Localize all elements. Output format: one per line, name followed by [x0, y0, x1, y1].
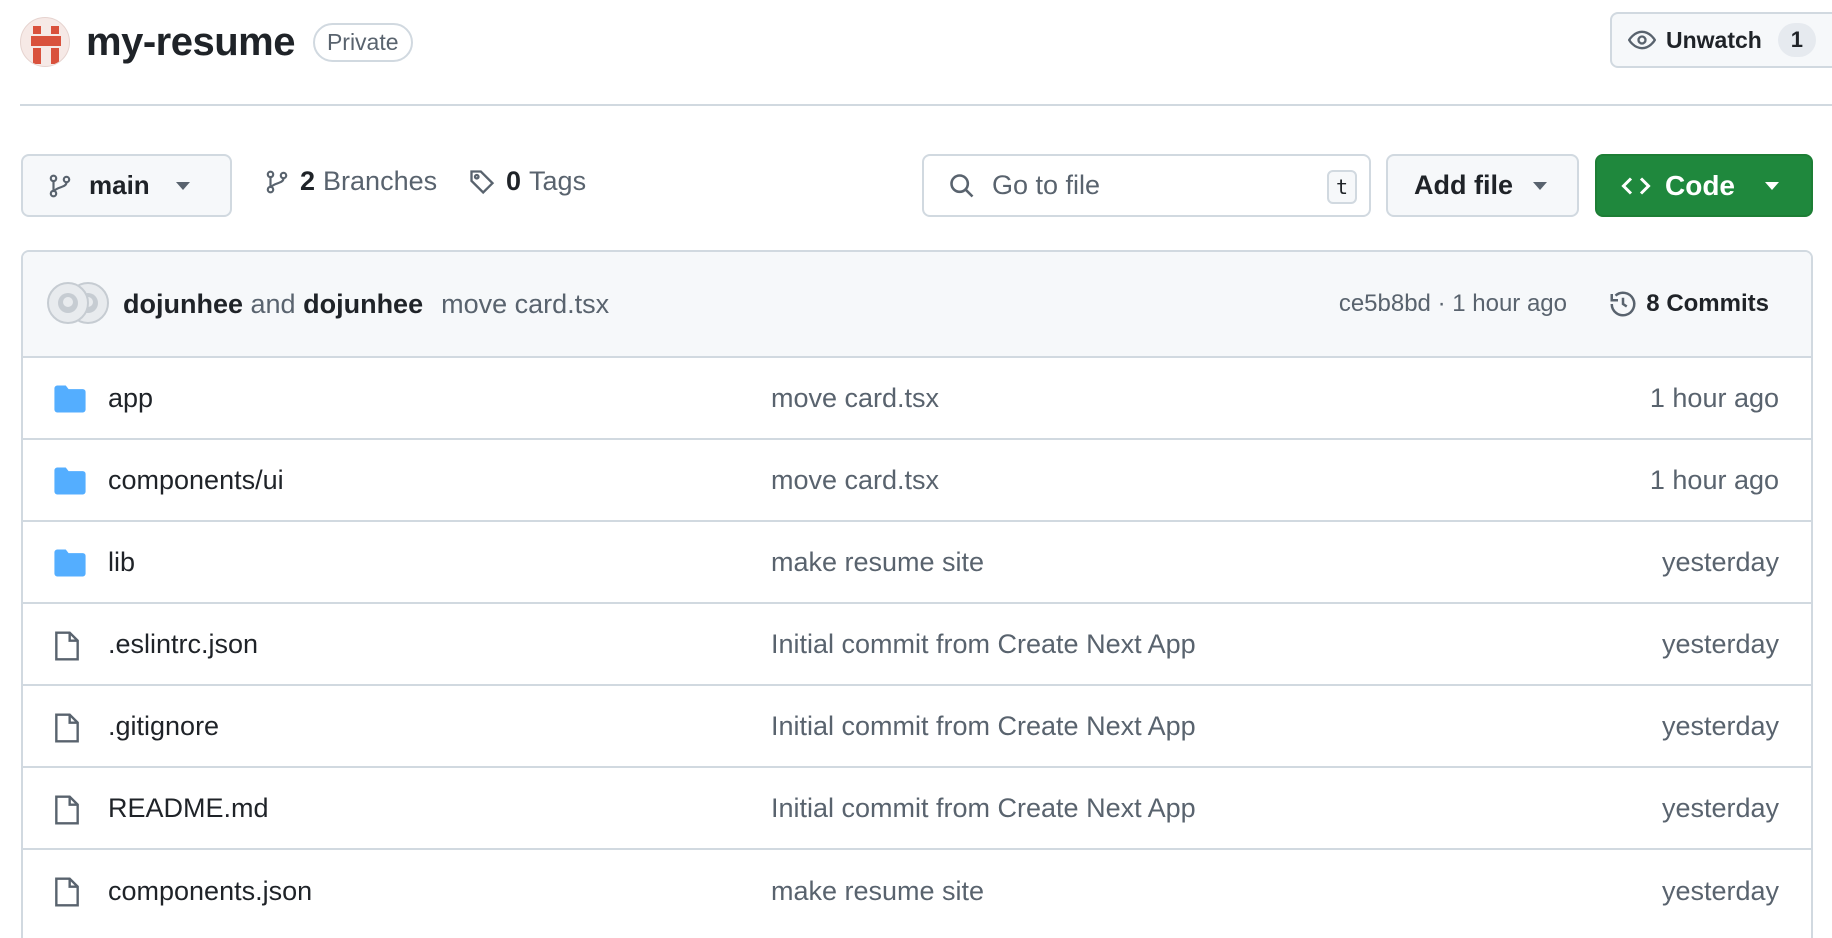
- branches-link[interactable]: 2 Branches: [264, 166, 437, 197]
- branch-select-button[interactable]: main: [21, 154, 232, 217]
- file-row[interactable]: app move card.tsx 1 hour ago: [23, 358, 1811, 440]
- file-name-link[interactable]: app: [108, 383, 153, 414]
- watchers-count: 1: [1777, 23, 1816, 57]
- commits-history-link[interactable]: 8 Commits: [1608, 289, 1769, 319]
- chevron-down-icon: [175, 181, 190, 190]
- branch-name: main: [89, 170, 150, 200]
- file-row[interactable]: .eslintrc.json Initial commit from Create…: [23, 604, 1811, 686]
- file-row[interactable]: .gitignore Initial commit from Create Nex…: [23, 686, 1811, 768]
- folder-icon-wrap: [53, 466, 87, 501]
- file-name-link[interactable]: .eslintrc.json: [108, 629, 258, 660]
- file-icon-wrap: [53, 630, 81, 667]
- file-commit-date: yesterday: [1661, 710, 1779, 741]
- git-branch-icon: [266, 170, 288, 193]
- folder-icon: [54, 385, 86, 413]
- eye-icon: [1628, 30, 1656, 50]
- commits-count-label: 8 Commits: [1646, 290, 1769, 317]
- file-commit-date: yesterday: [1661, 546, 1779, 577]
- file-name-link[interactable]: components/ui: [108, 465, 284, 496]
- commit-author-link[interactable]: dojunhee: [123, 289, 243, 319]
- file-commit-message[interactable]: move card.tsx: [771, 383, 939, 414]
- tags-count: 0: [506, 166, 522, 196]
- history-icon: [1610, 291, 1636, 317]
- folder-icon-wrap: [53, 548, 87, 583]
- author-avatar[interactable]: [47, 282, 89, 324]
- file-icon-wrap: [53, 876, 81, 913]
- commit-avatars: [47, 282, 113, 326]
- go-to-file-input[interactable]: Go to file t: [922, 154, 1371, 217]
- file-icon: [55, 795, 79, 825]
- tag-icon: [470, 169, 495, 194]
- header-divider: [20, 104, 1832, 106]
- file-commit-message[interactable]: Initial commit from Create Next App: [771, 711, 1196, 742]
- file-commit-message[interactable]: make resume site: [771, 547, 984, 578]
- file-icon: [55, 713, 79, 743]
- code-label: Code: [1665, 169, 1735, 201]
- author-joiner: and: [250, 288, 296, 319]
- folder-icon: [54, 549, 86, 577]
- search-placeholder: Go to file: [992, 170, 1101, 200]
- file-name-link[interactable]: .gitignore: [108, 711, 219, 742]
- branches-count: 2: [300, 166, 316, 196]
- file-commit-date: 1 hour ago: [1649, 382, 1779, 413]
- file-commit-date: yesterday: [1661, 875, 1779, 906]
- unwatch-label: Unwatch: [1666, 26, 1762, 53]
- file-row[interactable]: lib make resume site yesterday: [23, 522, 1811, 604]
- file-commit-date: yesterday: [1661, 628, 1779, 659]
- file-row[interactable]: components/ui move card.tsx 1 hour ago: [23, 440, 1811, 522]
- code-button[interactable]: Code: [1595, 154, 1813, 217]
- repo-header: my-resume Private: [20, 14, 413, 70]
- file-icon: [55, 631, 79, 661]
- add-file-label: Add file: [1414, 170, 1513, 200]
- add-file-button[interactable]: Add file: [1386, 154, 1579, 217]
- folder-icon-wrap: [53, 384, 87, 419]
- file-icon: [55, 877, 79, 907]
- chevron-down-icon: [1533, 181, 1547, 190]
- latest-commit-bar: dojunhee and dojunhee move card.tsx ce5b…: [23, 252, 1811, 358]
- file-commit-date: yesterday: [1661, 792, 1779, 823]
- file-commit-date: 1 hour ago: [1649, 464, 1779, 495]
- folder-icon: [54, 467, 86, 495]
- file-commit-message[interactable]: Initial commit from Create Next App: [771, 629, 1196, 660]
- code-icon: [1621, 176, 1651, 195]
- commit-author-link[interactable]: dojunhee: [303, 289, 423, 319]
- file-table: dojunhee and dojunhee move card.tsx ce5b…: [21, 250, 1813, 938]
- tags-label: Tags: [529, 166, 587, 196]
- search-icon: [950, 173, 974, 197]
- visibility-badge: Private: [312, 22, 413, 62]
- file-name-link[interactable]: lib: [108, 547, 135, 578]
- commit-sha-time[interactable]: ce5b8bd · 1 hour ago: [1339, 290, 1567, 318]
- commit-authors: dojunhee and dojunhee: [123, 289, 423, 320]
- chevron-down-icon: [1765, 181, 1779, 190]
- file-name-link[interactable]: components.json: [108, 876, 312, 907]
- github-mark-icon: [58, 293, 78, 313]
- git-branch-icon: [49, 174, 71, 197]
- file-commit-message[interactable]: Initial commit from Create Next App: [771, 793, 1196, 824]
- repo-name[interactable]: my-resume: [86, 20, 295, 65]
- unwatch-button[interactable]: Unwatch 1: [1610, 12, 1832, 68]
- file-icon-wrap: [53, 794, 81, 831]
- keyboard-shortcut-hint: t: [1327, 170, 1357, 204]
- file-row[interactable]: README.md Initial commit from Create Next…: [23, 768, 1811, 850]
- branches-label: Branches: [323, 166, 438, 196]
- tags-link[interactable]: 0 Tags: [468, 166, 586, 197]
- file-row[interactable]: components.json make resume site yesterday: [23, 850, 1811, 932]
- file-icon-wrap: [53, 712, 81, 749]
- latest-commit-message[interactable]: move card.tsx: [441, 289, 609, 320]
- repo-owner-avatar[interactable]: [20, 17, 70, 67]
- file-commit-message[interactable]: make resume site: [771, 876, 984, 907]
- file-name-link[interactable]: README.md: [108, 793, 269, 824]
- file-commit-message[interactable]: move card.tsx: [771, 465, 939, 496]
